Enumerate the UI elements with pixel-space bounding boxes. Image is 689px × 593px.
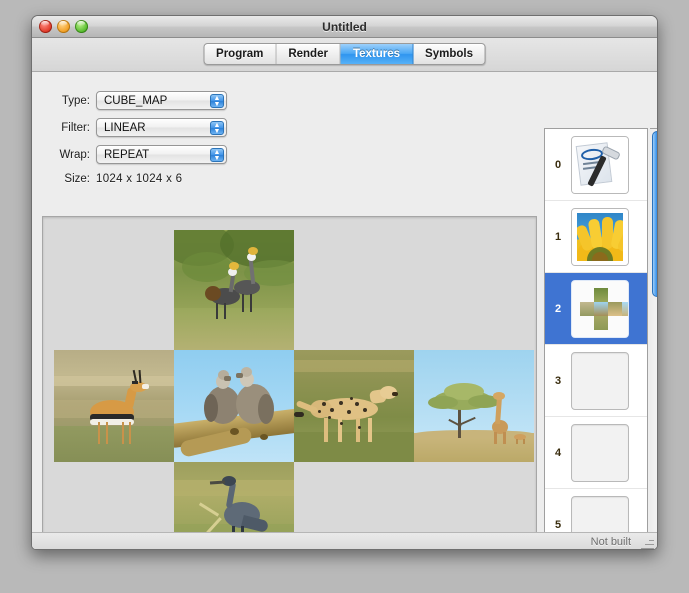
type-label: Type: <box>44 95 90 107</box>
texture-thumbnail-empty[interactable] <box>571 352 629 410</box>
tab-bar: Program Render Textures Symbols <box>203 43 486 65</box>
chevron-updown-icon: ▲ ▼ <box>210 94 224 108</box>
type-row: Type: CUBE_MAP ▲ ▼ <box>44 91 227 110</box>
title-bar[interactable]: Untitled <box>32 16 657 38</box>
tab-textures[interactable]: Textures <box>341 44 413 64</box>
resize-grip[interactable] <box>641 536 654 549</box>
close-button[interactable] <box>39 20 52 33</box>
toolbar: Program Render Textures Symbols <box>32 38 657 72</box>
wrap-value: REPEAT <box>104 146 149 164</box>
filter-select[interactable]: LINEAR ▲ ▼ <box>96 118 227 137</box>
texture-index-label: 3 <box>545 375 571 387</box>
window-controls <box>39 20 88 33</box>
tab-symbols[interactable]: Symbols <box>413 44 485 64</box>
size-value: 1024 x 1024 x 6 <box>96 173 182 185</box>
cubemap-preview-panel[interactable] <box>42 216 537 550</box>
wrap-row: Wrap: REPEAT ▲ ▼ <box>44 145 227 164</box>
chevron-down-glyph: ▼ <box>211 102 223 108</box>
cube-face-left[interactable] <box>54 350 174 462</box>
filter-label: Filter: <box>44 122 90 134</box>
cube-face-front[interactable] <box>174 350 294 462</box>
texture-thumbnail-xcode-hammer-icon[interactable] <box>571 136 629 194</box>
status-text: Not built <box>591 533 631 550</box>
texture-list-item-0[interactable]: 0 <box>545 129 647 201</box>
texture-thumbnail-sunflower[interactable] <box>571 208 629 266</box>
cube-face-top[interactable] <box>174 230 294 350</box>
wrap-label: Wrap: <box>44 149 90 161</box>
scrollbar-thumb[interactable] <box>652 131 658 297</box>
zoom-button[interactable] <box>75 20 88 33</box>
texture-list-item-2[interactable]: 2 <box>545 273 647 345</box>
texture-list[interactable]: 0 1 <box>544 128 648 550</box>
texture-list-item-4[interactable]: 4 <box>545 417 647 489</box>
type-select[interactable]: CUBE_MAP ▲ ▼ <box>96 91 227 110</box>
texture-index-label: 1 <box>545 231 571 243</box>
texture-index-label: 5 <box>545 519 571 531</box>
texture-thumbnail-empty[interactable] <box>571 424 629 482</box>
texture-index-label: 0 <box>545 159 571 171</box>
chevron-updown-icon: ▲ ▼ <box>210 121 224 135</box>
size-row: Size: 1024 x 1024 x 6 <box>44 173 182 185</box>
window-title: Untitled <box>32 16 657 38</box>
texture-list-scrollbar[interactable]: ▲ ▼ <box>650 128 658 550</box>
cube-face-back[interactable] <box>414 350 534 462</box>
tab-render[interactable]: Render <box>276 44 341 64</box>
cubemap-cross <box>54 230 534 550</box>
texture-index-label: 4 <box>545 447 571 459</box>
tab-program[interactable]: Program <box>204 44 276 64</box>
minimize-button[interactable] <box>57 20 70 33</box>
type-value: CUBE_MAP <box>104 92 167 110</box>
texture-list-item-1[interactable]: 1 <box>545 201 647 273</box>
size-label: Size: <box>44 173 90 185</box>
chevron-down-glyph: ▼ <box>211 129 223 135</box>
chevron-updown-icon: ▲ ▼ <box>210 148 224 162</box>
cube-face-right[interactable] <box>294 350 414 462</box>
filter-value: LINEAR <box>104 119 146 137</box>
texture-list-item-3[interactable]: 3 <box>545 345 647 417</box>
app-window: Untitled Program Render Textures Symbols… <box>31 15 658 550</box>
wrap-select[interactable]: REPEAT ▲ ▼ <box>96 145 227 164</box>
chevron-down-glyph: ▼ <box>211 156 223 162</box>
status-bar: Not built <box>32 532 657 550</box>
texture-index-label: 2 <box>545 303 571 315</box>
texture-thumbnail-cubemap-cross[interactable] <box>571 280 629 338</box>
filter-row: Filter: LINEAR ▲ ▼ <box>44 118 227 137</box>
content-area: Type: CUBE_MAP ▲ ▼ Filter: LINEAR ▲ ▼ <box>32 72 657 550</box>
